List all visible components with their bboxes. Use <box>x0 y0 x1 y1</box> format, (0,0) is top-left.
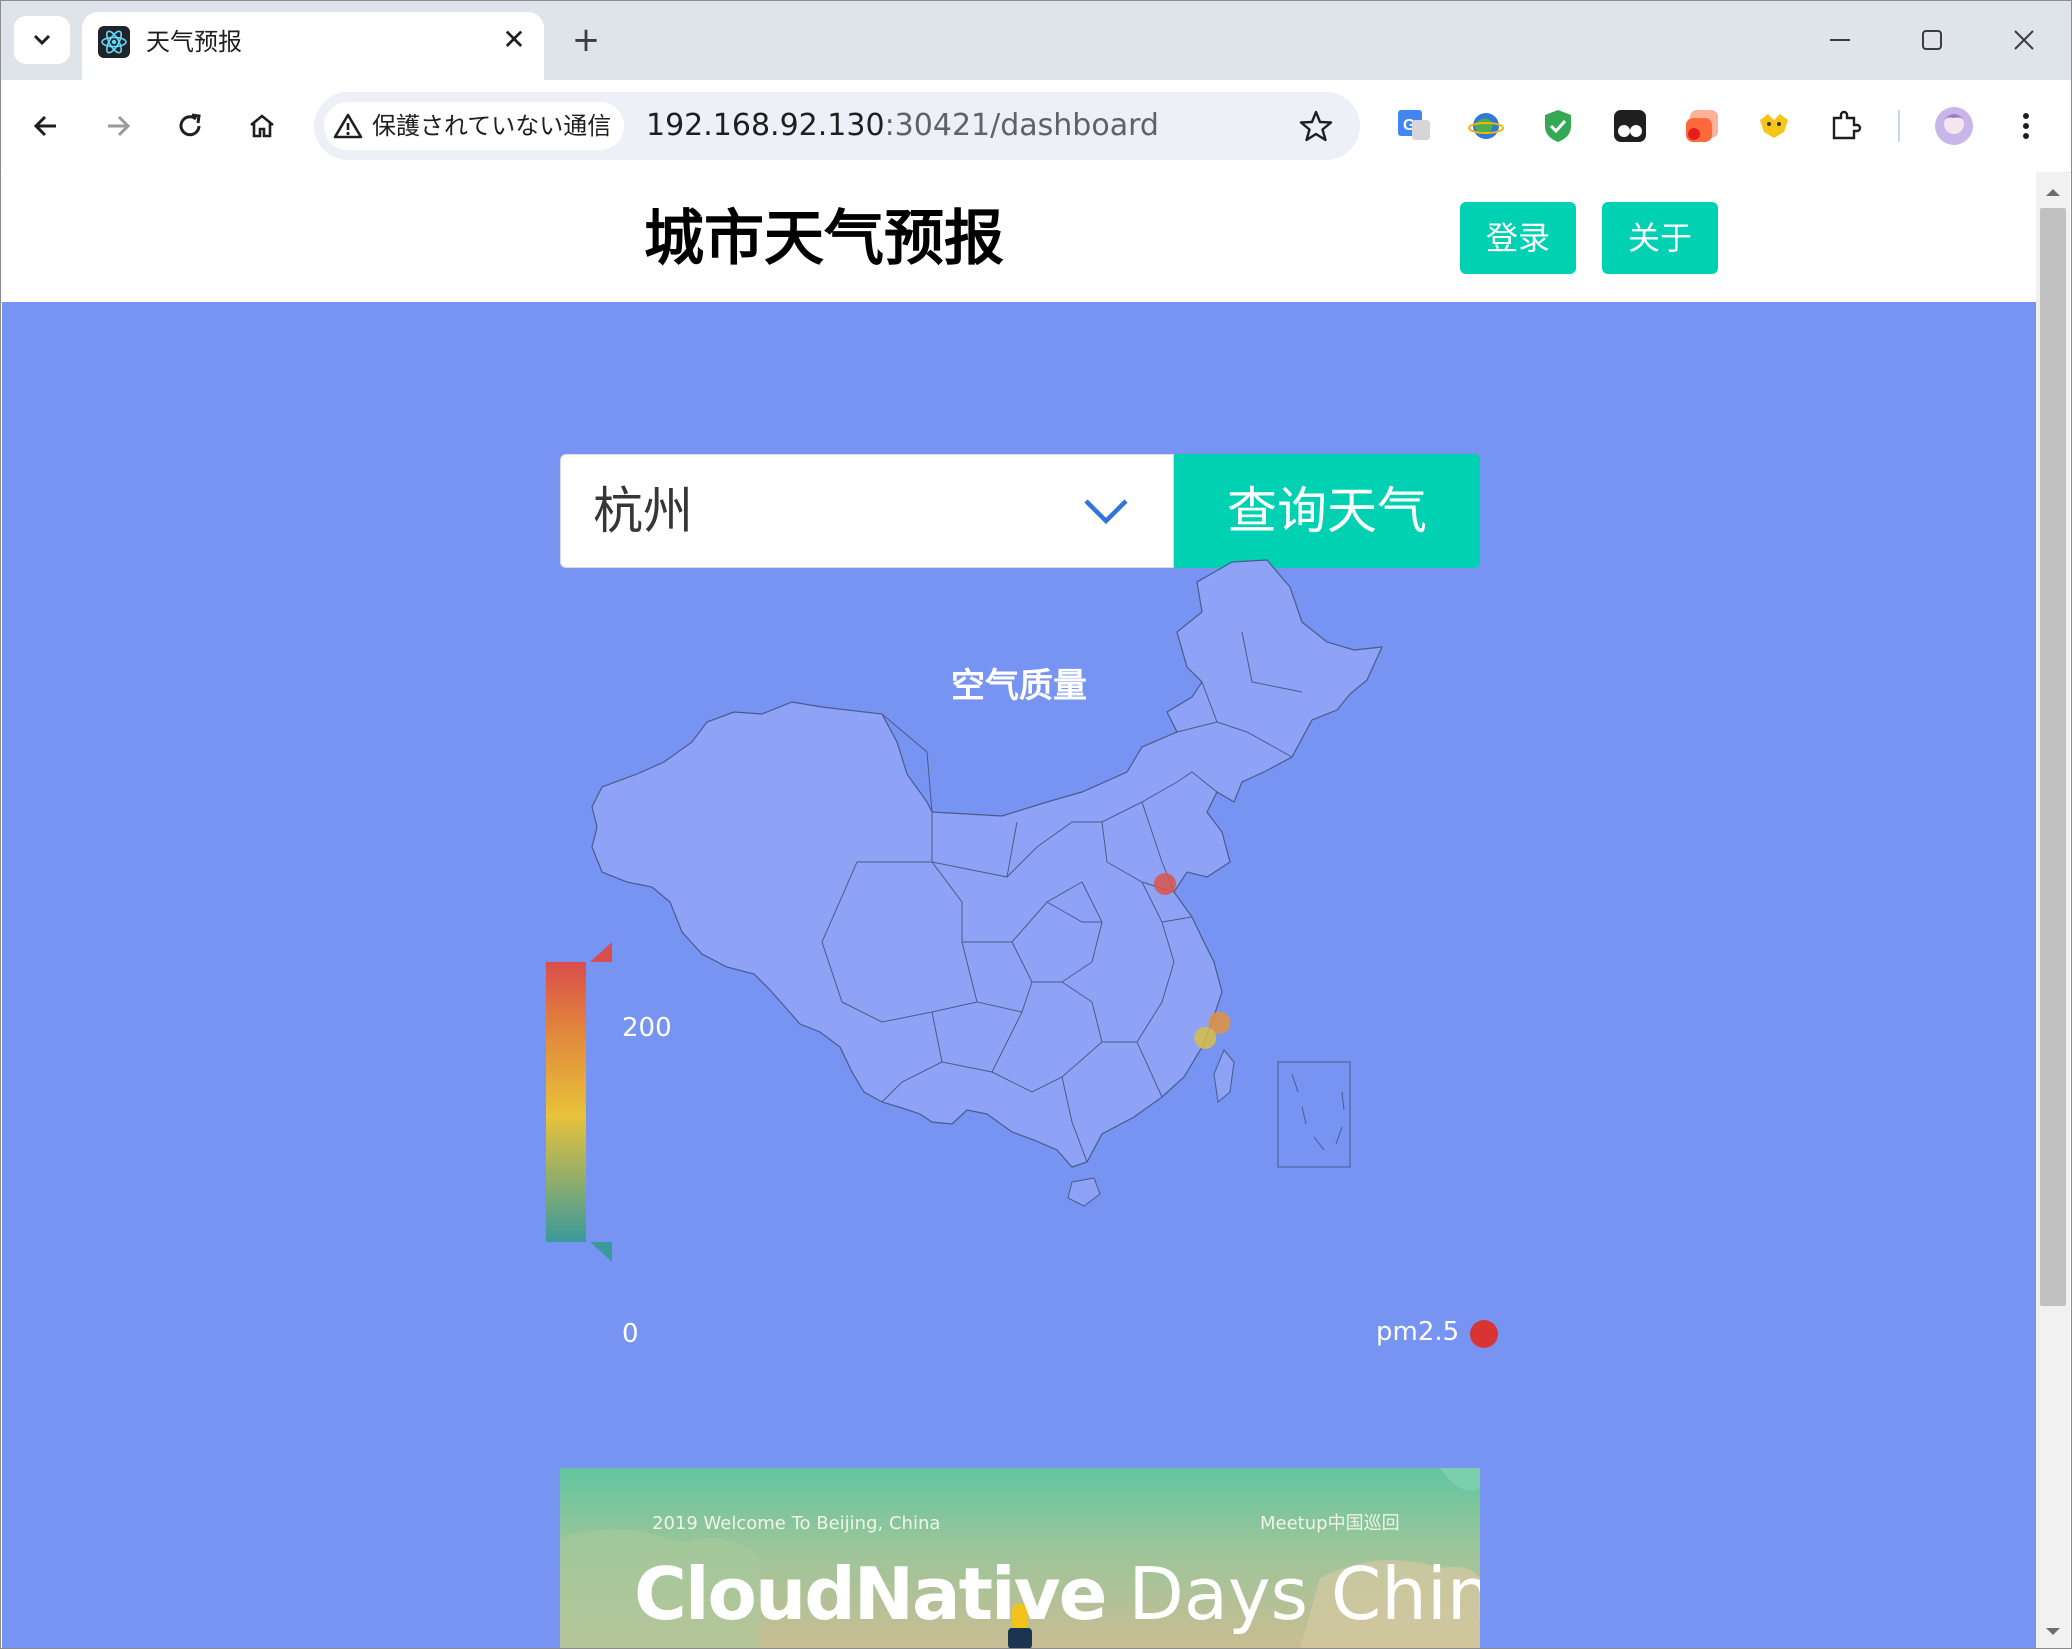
react-favicon-icon <box>98 26 130 58</box>
forward-icon <box>108 115 131 137</box>
login-button[interactable]: 登录 <box>1460 202 1576 274</box>
home-button[interactable] <box>238 102 286 150</box>
orange-extension-icon[interactable] <box>1682 106 1722 146</box>
scatter-point[interactable] <box>1154 873 1176 895</box>
south-china-sea-dashes <box>1291 1073 1345 1151</box>
new-tab-button[interactable]: + <box>566 20 606 60</box>
shield-extension-icon[interactable] <box>1538 106 1578 146</box>
banner-subtitle-left: 2019 Welcome To Beijing, China <box>652 1513 941 1534</box>
tab-close-icon[interactable]: ✕ <box>498 22 530 58</box>
toolbar-divider <box>1898 110 1900 142</box>
page-title: 城市天气预报 <box>644 204 1004 274</box>
minimize-icon[interactable] <box>1820 20 1860 60</box>
visual-map-max-label: 200 <box>622 1013 672 1043</box>
google-translate-icon[interactable]: G <box>1394 106 1434 146</box>
maximize-icon[interactable] <box>1912 20 1952 60</box>
profile-avatar-icon[interactable] <box>1934 106 1974 146</box>
scroll-down-arrow-icon[interactable] <box>2040 1622 2066 1642</box>
globe-extension-icon[interactable] <box>1466 106 1506 146</box>
tab-search-icon <box>33 34 51 46</box>
tampermonkey-icon[interactable] <box>1610 106 1650 146</box>
url-host: 192.168.92.130 <box>646 108 885 143</box>
tab-search-button[interactable] <box>14 16 70 64</box>
scroll-up-arrow-icon[interactable] <box>2040 182 2066 202</box>
scrollbar-thumb[interactable] <box>2040 208 2066 1306</box>
bookmark-star-icon[interactable] <box>1296 106 1336 146</box>
visual-map-gradient <box>546 962 586 1242</box>
air-quality-map <box>546 559 1383 1262</box>
yellow-fox-extension-icon[interactable] <box>1754 106 1794 146</box>
kebab-menu-icon[interactable] <box>2006 106 2046 146</box>
about-button[interactable]: 关于 <box>1602 202 1718 274</box>
visual-map-top-handle[interactable] <box>590 942 612 962</box>
south-china-sea-inset <box>1277 1061 1351 1168</box>
home-icon <box>250 114 274 138</box>
site-header: 城市天气预报 登录 关于 <box>2 172 2036 302</box>
banner-title: CloudNative Days China <box>634 1552 1480 1636</box>
url-path: :30421/dashboard <box>884 108 1159 143</box>
window-close-icon[interactable] <box>2004 20 2044 60</box>
back-icon <box>33 115 56 137</box>
banner-subtitle-right: Meetup中国巡回 <box>1260 1513 1400 1534</box>
visual-map-bottom-handle[interactable] <box>590 1242 612 1262</box>
china-mainland-outline <box>591 559 1383 1168</box>
url-text[interactable]: 192.168.92.130:30421/dashboard <box>646 106 1159 146</box>
security-label: 保護されていない通信 <box>372 112 612 140</box>
forward-button[interactable] <box>94 102 142 150</box>
banner-title-bold: CloudNative <box>634 1552 1107 1636</box>
reload-button[interactable] <box>166 102 214 150</box>
main-section: 杭州 查询天气 空气质量 200 0 pm2.5 2019 Welcome To… <box>2 302 2036 1649</box>
warning-icon <box>333 113 363 139</box>
legend-label[interactable]: pm2.5 <box>1376 1316 1459 1348</box>
back-button[interactable] <box>22 102 70 150</box>
reload-icon <box>179 113 201 137</box>
cloudnative-banner[interactable]: 2019 Welcome To Beijing, China Meetup中国巡… <box>560 1468 1480 1649</box>
legend-dot[interactable] <box>1470 1320 1498 1348</box>
visual-map-min-label: 0 <box>622 1319 639 1349</box>
hainan-outline <box>1067 1177 1101 1207</box>
scatter-point[interactable] <box>1194 1026 1217 1049</box>
taiwan-outline <box>1213 1049 1235 1103</box>
banner-title-light: Days China <box>1128 1552 1480 1636</box>
page-viewport: 城市天气预报 登录 关于 杭州 查询天气 空气质量 200 0 pm2.5 20… <box>2 172 2036 1649</box>
extensions-puzzle-icon[interactable] <box>1826 106 1866 146</box>
tab-title: 天气预报 <box>146 28 242 56</box>
